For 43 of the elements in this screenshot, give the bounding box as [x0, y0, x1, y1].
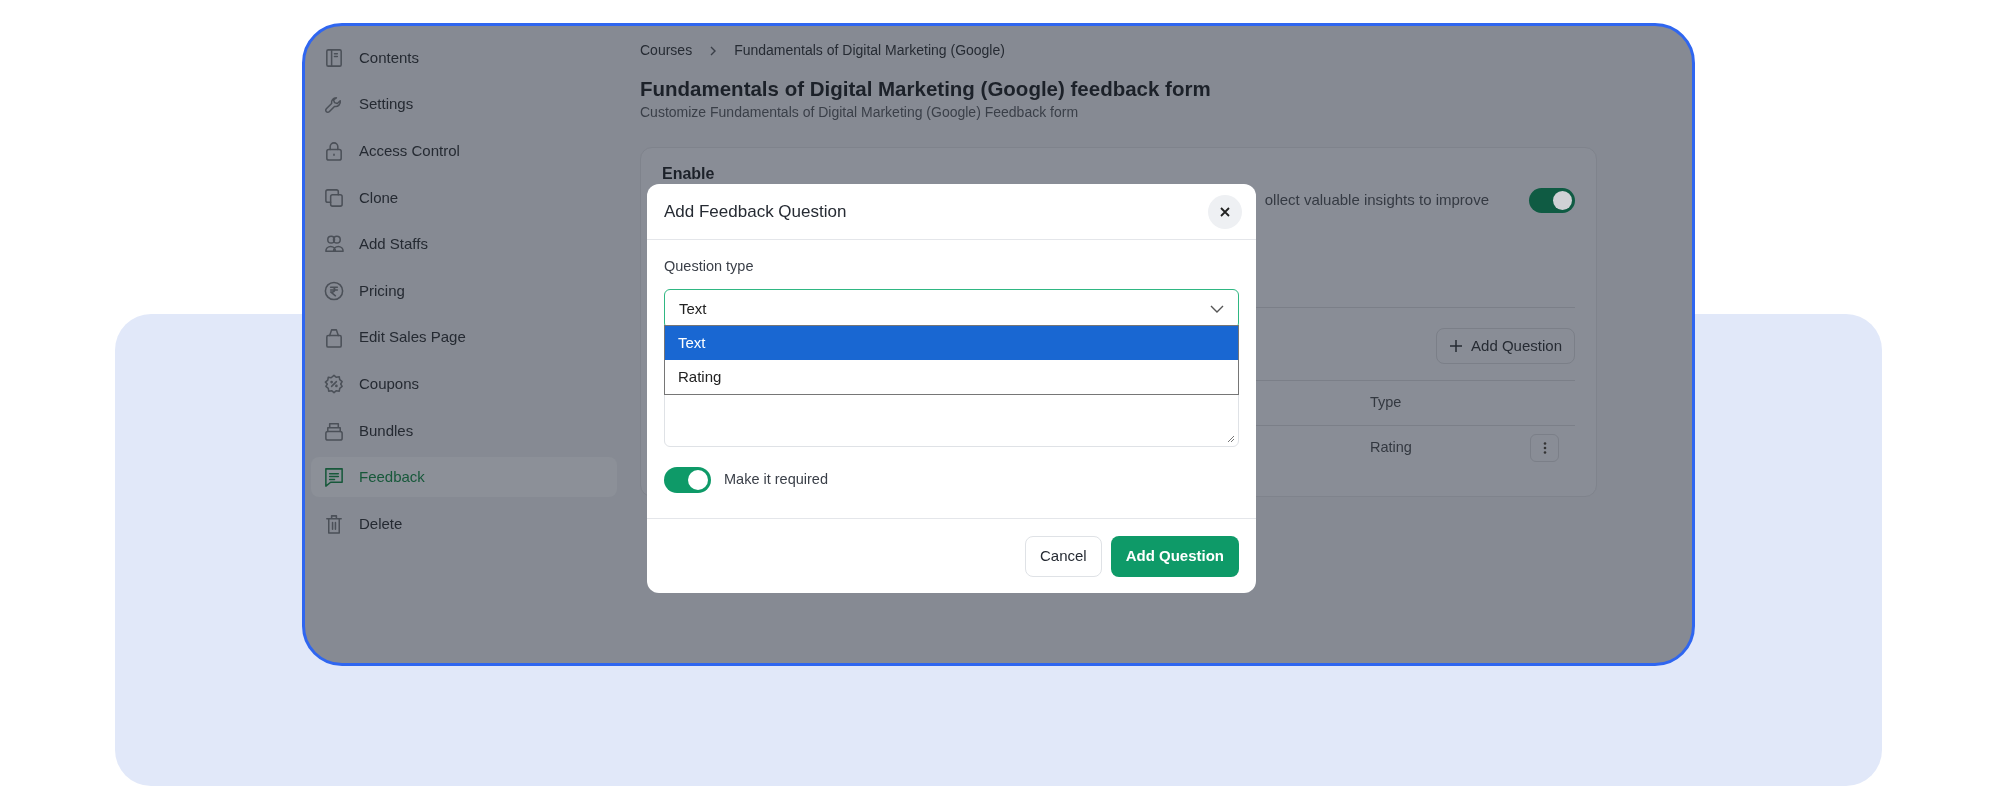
modal-title: Add Feedback Question — [664, 200, 847, 223]
sidebar-item[interactable]: Bundles — [311, 410, 617, 451]
add-question-button[interactable]: Add Question — [1110, 535, 1239, 577]
enable-description: ollect valuable insights to improve — [1264, 189, 1489, 210]
sidebar-item[interactable]: Edit Sales Page — [311, 317, 617, 358]
lock-icon — [323, 140, 345, 163]
discount-icon — [323, 373, 345, 396]
dropdown-option[interactable]: Text — [665, 326, 1238, 360]
column-header: Type — [1370, 393, 1403, 413]
sidebar-item[interactable]: Feedback — [311, 457, 617, 498]
sidebar-item[interactable]: Contents — [311, 38, 617, 78]
sidebar-item[interactable]: Clone — [311, 177, 617, 218]
sidebar-item[interactable]: Delete — [311, 503, 617, 544]
trash-icon — [323, 512, 345, 535]
cancel-button[interactable]: Cancel — [1024, 535, 1102, 577]
page-title: Fundamentals of Digital Marketing (Google) feedback form — [640, 77, 1212, 102]
sidebar-item[interactable]: Coupons — [311, 364, 617, 405]
breadcrumb-link[interactable]: Fundamentals of Digital Marketing (Google) — [734, 40, 1005, 61]
enable-label: Enable — [662, 163, 716, 184]
table-cell-text: Rating — [1370, 438, 1413, 458]
close-button[interactable] — [1208, 194, 1242, 229]
sidebar-item[interactable]: Settings — [311, 84, 617, 125]
toggle-switch[interactable] — [664, 466, 711, 493]
rupee-icon — [323, 279, 345, 302]
field-label: Question type — [664, 257, 755, 276]
chevron-down-icon — [1210, 304, 1224, 313]
resize-grip-icon — [1227, 434, 1235, 443]
message-icon — [323, 466, 345, 489]
toggle-switch[interactable] — [1529, 187, 1575, 213]
sidebar-item[interactable]: Pricing — [311, 270, 617, 311]
sidebar-item[interactable]: Access Control — [311, 131, 617, 172]
page-subtitle: Customize Fundamentals of Digital Marketing (Google) Feedback form — [640, 102, 1080, 122]
toggle-label: Make it required — [724, 469, 828, 489]
add-question-button[interactable]: Add Question — [1436, 327, 1575, 365]
breadcrumb-link[interactable]: Courses — [640, 40, 693, 61]
sidebar-item[interactable]: Add Staffs — [311, 224, 617, 265]
close-icon — [1219, 205, 1231, 218]
more-icon — [1542, 441, 1547, 456]
plus-icon — [1449, 338, 1464, 353]
book-icon — [323, 47, 345, 69]
bag-icon — [323, 326, 345, 349]
copy-icon — [323, 186, 345, 209]
dropdown-option[interactable]: Rating — [665, 360, 1238, 394]
